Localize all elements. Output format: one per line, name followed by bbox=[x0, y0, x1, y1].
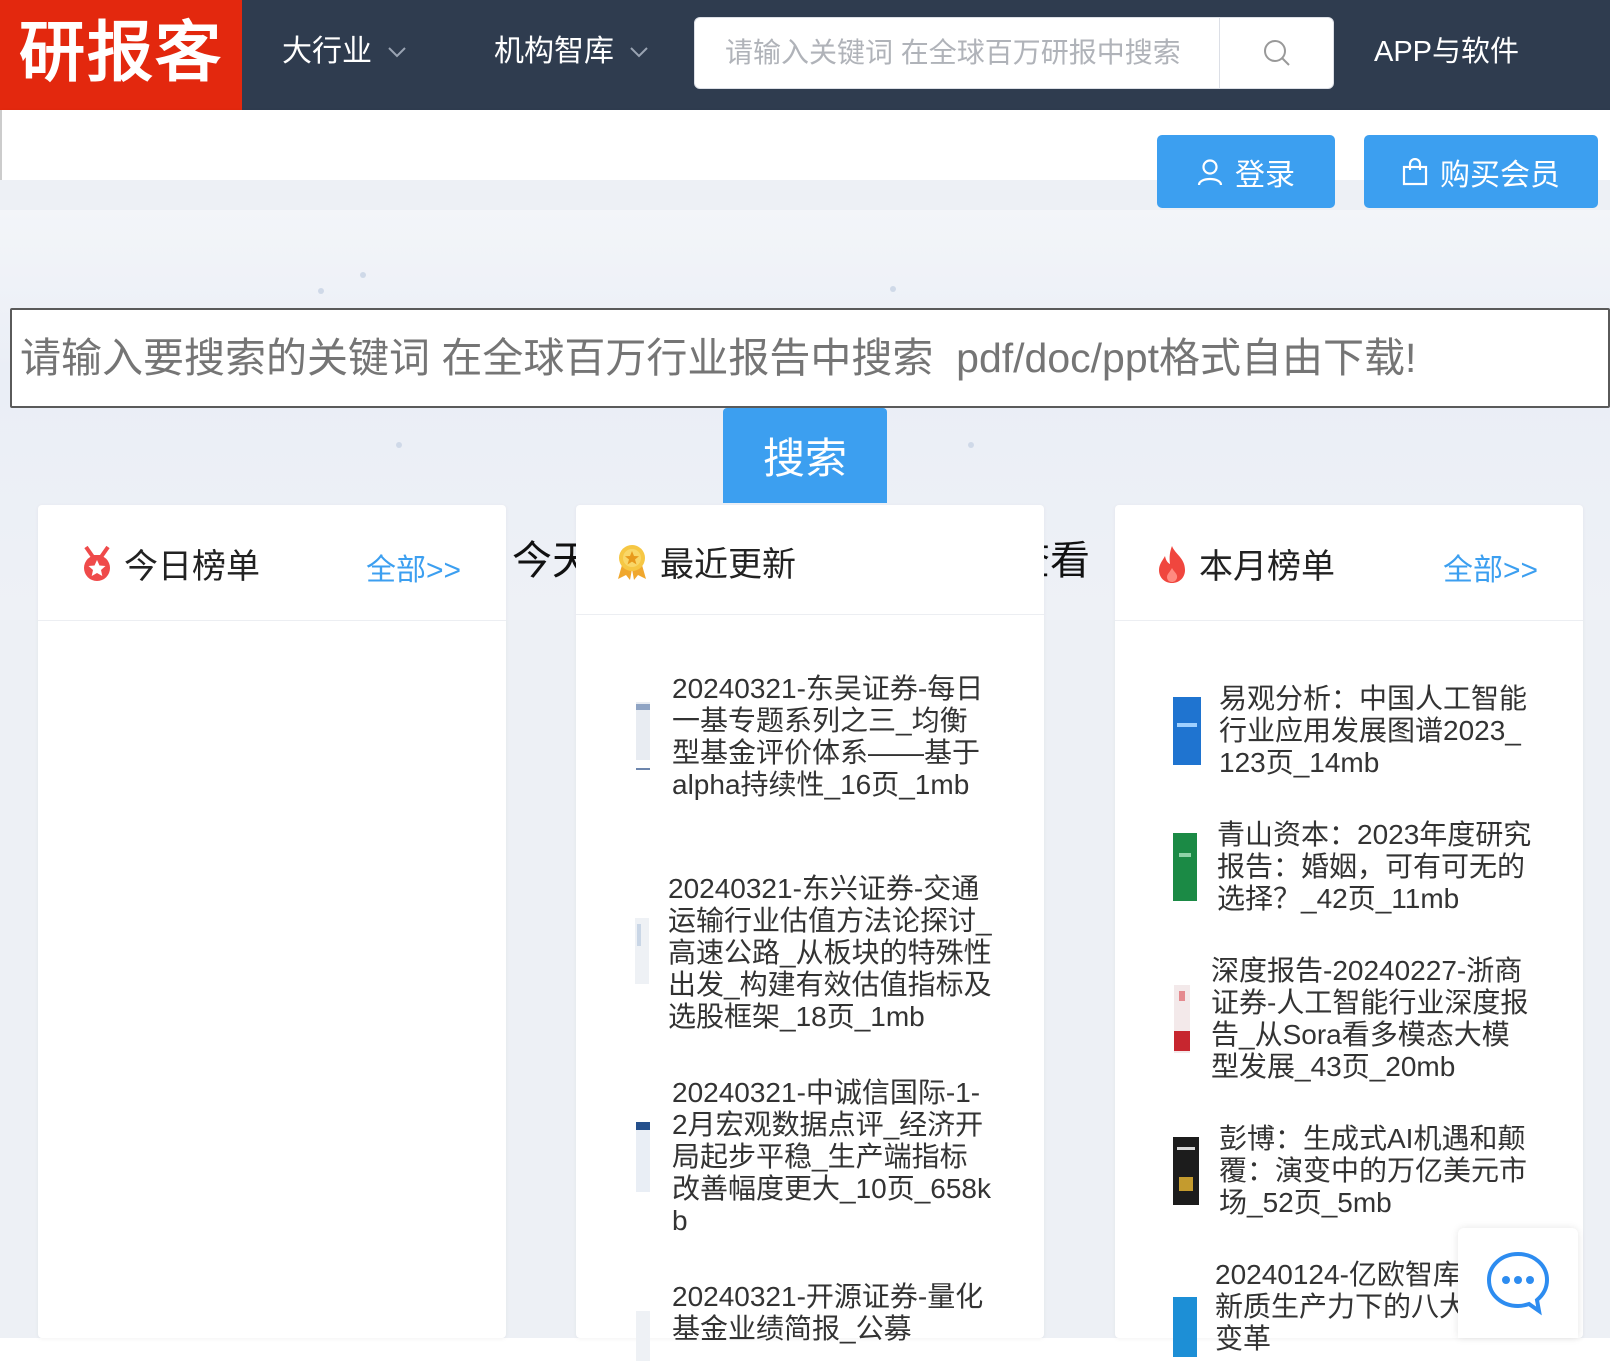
site-logo[interactable]: 研报客 bbox=[0, 0, 242, 110]
report-thumbnail bbox=[636, 1122, 650, 1192]
today-ranking-title: 今日榜单 bbox=[124, 548, 260, 586]
nav-institutions-label: 机构智库 bbox=[494, 35, 614, 68]
chat-bubble-icon bbox=[1486, 1251, 1550, 1316]
decor-dot bbox=[396, 442, 402, 448]
nav-industry-label: 大行业 bbox=[282, 35, 372, 68]
login-label: 登录 bbox=[1235, 158, 1295, 192]
top-navbar: 研报客 大行业 机构智库 APP与软件 bbox=[0, 0, 1610, 110]
recent-updates-title: 最近更新 bbox=[660, 546, 796, 584]
report-thumbnail bbox=[1173, 1297, 1197, 1357]
flame-icon bbox=[1159, 545, 1185, 583]
list-item[interactable]: 20240321-中诚信国际-1-2月宏观数据点评_经济开局起步平稳_生产端指标… bbox=[634, 1077, 994, 1237]
decor-dot bbox=[318, 288, 324, 294]
report-title: 20240321-东吴证券-每日一基专题系列之三_均衡型基金评价体系——基于al… bbox=[672, 673, 984, 800]
report-title: 深度报告-20240227-浙商证券-人工智能行业深度报告_从Sora看多模态大… bbox=[1211, 955, 1529, 1082]
list-item[interactable]: 青山资本：2023年度研究报告：婚姻，可有可无的选择？_42页_11mb bbox=[1173, 819, 1533, 915]
award-badge-icon bbox=[618, 544, 646, 580]
report-thumbnail bbox=[1173, 833, 1197, 901]
list-item[interactable]: 20240321-开源证券-量化基金业绩简报_公募 bbox=[634, 1281, 994, 1361]
card-title: 本月榜单 bbox=[1155, 539, 1335, 588]
report-thumbnail bbox=[1173, 1137, 1199, 1205]
decor-dot bbox=[890, 286, 896, 292]
buy-membership-button[interactable]: 购买会员 bbox=[1364, 135, 1598, 208]
list-item[interactable]: 易观分析：中国人工智能行业应用发展图谱2023_123页_14mb bbox=[1173, 683, 1533, 779]
list-item[interactable]: 20240321-东吴证券-每日一基专题系列之三_均衡型基金评价体系——基于al… bbox=[634, 673, 994, 801]
card-header: 最近更新 bbox=[576, 505, 1044, 615]
nav-institutions[interactable]: 机构智库 bbox=[494, 30, 650, 74]
app-software-link[interactable]: APP与软件 bbox=[1374, 30, 1519, 74]
main-search-input[interactable] bbox=[12, 310, 1608, 406]
chevron-down-icon bbox=[388, 47, 406, 58]
report-thumbnail bbox=[636, 702, 650, 770]
card-header: 本月榜单 全部>> bbox=[1115, 505, 1583, 621]
today-ranking-more-link[interactable]: 全部>> bbox=[366, 545, 461, 589]
card-title: 最近更新 bbox=[614, 537, 796, 586]
month-ranking-card: 本月榜单 全部>> 易观分析：中国人工智能行业应用发展图谱2023_123页_1… bbox=[1115, 505, 1583, 1357]
list-item[interactable]: 彭博：生成式AI机遇和颠覆：演变中的万亿美元市场_52页_5mb bbox=[1173, 1123, 1533, 1219]
card-header: 今日榜单 全部>> bbox=[38, 505, 506, 621]
main-search-box bbox=[10, 308, 1610, 408]
top-search-input[interactable] bbox=[695, 18, 1219, 88]
card-title: 今日榜单 bbox=[80, 539, 260, 588]
main-search-button[interactable]: 搜索 bbox=[723, 408, 887, 503]
report-title: 20240321-开源证券-量化基金业绩简报_公募 bbox=[672, 1281, 984, 1344]
report-title: 易观分析：中国人工智能行业应用发展图谱2023_123页_14mb bbox=[1219, 683, 1528, 778]
login-button[interactable]: 登录 bbox=[1157, 135, 1335, 208]
chat-support-button[interactable] bbox=[1458, 1228, 1578, 1338]
list-item[interactable]: 深度报告-20240227-浙商证券-人工智能行业深度报告_从Sora看多模态大… bbox=[1173, 955, 1533, 1083]
report-thumbnail bbox=[1174, 985, 1190, 1053]
top-search-box bbox=[694, 17, 1334, 89]
user-icon bbox=[1197, 158, 1223, 185]
list-item[interactable]: 20240321-东兴证券-交通运输行业估值方法论探讨_高速公路_从板块的特殊性… bbox=[634, 873, 994, 1033]
chevron-down-icon bbox=[630, 47, 648, 58]
shopping-bag-icon bbox=[1402, 157, 1428, 185]
report-title: 20240321-东兴证券-交通运输行业估值方法论探讨_高速公路_从板块的特殊性… bbox=[668, 873, 992, 1032]
report-thumbnail bbox=[636, 1311, 650, 1361]
today-ranking-card: 今日榜单 全部>> bbox=[38, 505, 506, 1338]
report-title: 彭博：生成式AI机遇和颠覆：演变中的万亿美元市场_52页_5mb bbox=[1219, 1123, 1528, 1218]
top-search-button[interactable] bbox=[1219, 18, 1333, 88]
report-title: 20240321-中诚信国际-1-2月宏观数据点评_经济开局起步平稳_生产端指标… bbox=[672, 1077, 992, 1236]
decor-dot bbox=[968, 442, 974, 448]
recent-updates-card: 最近更新 20240321-东吴证券-每日一基专题系列之三_均衡型基金评价体系—… bbox=[576, 505, 1044, 1361]
buy-membership-label: 购买会员 bbox=[1440, 158, 1560, 192]
search-icon bbox=[1263, 40, 1290, 66]
medal-icon bbox=[84, 545, 110, 581]
decor-dot bbox=[360, 272, 366, 278]
month-ranking-title: 本月榜单 bbox=[1199, 548, 1335, 586]
nav-industry[interactable]: 大行业 bbox=[282, 30, 408, 74]
report-thumbnail bbox=[635, 918, 649, 984]
month-ranking-more-link[interactable]: 全部>> bbox=[1443, 545, 1538, 589]
report-thumbnail bbox=[1173, 697, 1201, 765]
report-title: 青山资本：2023年度研究报告：婚姻，可有可无的选择？_42页_11mb bbox=[1217, 819, 1532, 914]
